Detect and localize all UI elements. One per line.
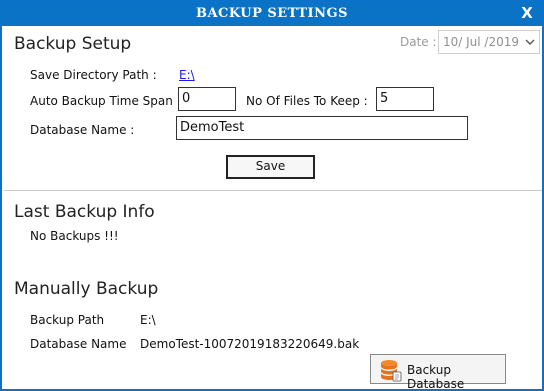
date-label: Date :: [400, 35, 437, 49]
files-to-keep-label: No Of Files To Keep :: [246, 94, 368, 108]
files-to-keep-input[interactable]: 5: [376, 87, 434, 111]
backup-path-label: Backup Path: [30, 313, 105, 327]
backup-settings-window: BACKUP SETTINGS X Backup Setup Date : 10…: [0, 0, 544, 391]
backup-setup-heading: Backup Setup: [14, 34, 132, 54]
section-divider: [4, 190, 542, 191]
backup-database-label: Backup Database: [407, 363, 465, 391]
backup-db-label: Database Name: [30, 337, 127, 351]
close-button[interactable]: X: [520, 4, 534, 22]
database-name-input[interactable]: DemoTest: [176, 116, 468, 140]
save-directory-link[interactable]: E:\: [179, 68, 195, 82]
time-span-label: Auto Backup Time Span :: [30, 94, 181, 108]
title-bar[interactable]: BACKUP SETTINGS X: [2, 2, 542, 26]
chevron-down-icon: [525, 39, 535, 45]
database-icon: [380, 360, 402, 382]
time-span-input[interactable]: 0: [178, 87, 236, 111]
last-backup-status: No Backups !!!: [30, 229, 119, 243]
date-value: 10/ Jul /2019: [443, 35, 520, 49]
save-directory-label: Save Directory Path :: [30, 68, 157, 82]
save-button[interactable]: Save: [226, 155, 315, 179]
backup-db-value: DemoTest-10072019183220649.bak: [140, 337, 360, 351]
window-title: BACKUP SETTINGS: [195, 6, 349, 21]
database-name-label: Database Name :: [30, 123, 135, 137]
manual-backup-heading: Manually Backup: [14, 279, 159, 299]
backup-database-button[interactable]: Backup Database: [370, 354, 506, 391]
date-picker[interactable]: 10/ Jul /2019: [438, 30, 540, 54]
last-backup-heading: Last Backup Info: [14, 202, 155, 222]
backup-path-value: E:\: [140, 313, 156, 327]
